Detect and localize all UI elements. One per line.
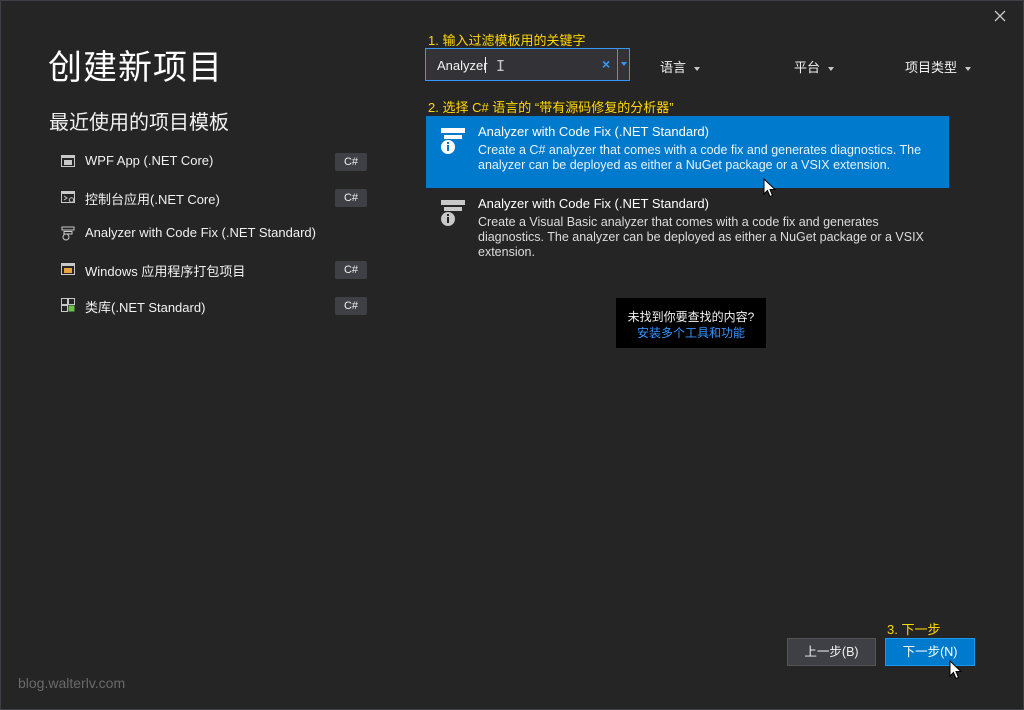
analyzer-vb-icon bbox=[441, 200, 465, 226]
text-caret bbox=[485, 57, 486, 73]
template-item-analyzer-vb[interactable]: Analyzer with Code Fix (.NET Standard) C… bbox=[426, 188, 949, 260]
recent-templates-title: 最近使用的项目模板 bbox=[49, 112, 229, 134]
chevron-down-icon bbox=[965, 66, 972, 71]
language-filter-label: 语言 bbox=[660, 60, 687, 75]
recent-item-packaging-project[interactable]: Windows 应用程序打包项目 C# bbox=[60, 256, 370, 292]
mouse-pointer-icon bbox=[949, 660, 963, 680]
close-icon[interactable] bbox=[992, 8, 1008, 24]
template-name: Analyzer with Code Fix (.NET Standard) bbox=[478, 124, 709, 139]
not-found-panel: 未找到你要查找的内容? 安装多个工具和功能 bbox=[616, 298, 766, 348]
recent-templates-list: WPF App (.NET Core) C# 控制台应用(.NET Core) … bbox=[60, 148, 370, 328]
project-type-filter-dropdown[interactable]: 项目类型 bbox=[905, 57, 972, 76]
annotation-step1: 1. 输入过滤模板用的关键字 bbox=[428, 33, 586, 48]
search-history-dropdown-button[interactable] bbox=[617, 48, 630, 81]
packaging-project-icon bbox=[61, 263, 75, 275]
recent-item-label: WPF App (.NET Core) bbox=[85, 153, 214, 168]
wpf-app-icon bbox=[61, 155, 75, 167]
annotation-step2: 2. 选择 C# 语言的 “带有源码修复的分析器” bbox=[428, 100, 674, 115]
analyzer-csharp-icon bbox=[441, 128, 465, 154]
template-description: Create a C# analyzer that comes with a c… bbox=[478, 143, 922, 172]
language-filter-dropdown[interactable]: 语言 bbox=[660, 57, 701, 76]
template-description: Create a Visual Basic analyzer that come… bbox=[478, 215, 924, 259]
annotation-step3: 3. 下一步 bbox=[887, 622, 941, 637]
template-item-analyzer-csharp[interactable]: Analyzer with Code Fix (.NET Standard) C… bbox=[426, 116, 949, 188]
ibeam-cursor-icon: I bbox=[496, 57, 506, 75]
template-name: Analyzer with Code Fix (.NET Standard) bbox=[478, 196, 709, 211]
recent-item-label: 控制台应用(.NET Core) bbox=[85, 192, 220, 207]
language-badge: C# bbox=[335, 297, 367, 315]
chevron-down-icon bbox=[621, 62, 627, 66]
recent-item-label: 类库(.NET Standard) bbox=[85, 300, 206, 315]
watermark: blog.walterlv.com bbox=[18, 675, 126, 691]
search-input-value: Analyzer bbox=[437, 58, 488, 73]
recent-item-label: Windows 应用程序打包项目 bbox=[85, 264, 246, 279]
console-app-icon bbox=[61, 191, 75, 203]
language-badge: C# bbox=[335, 261, 367, 279]
chevron-down-icon bbox=[694, 66, 701, 71]
language-badge: C# bbox=[335, 153, 367, 171]
recent-item-console-app[interactable]: 控制台应用(.NET Core) C# bbox=[60, 184, 370, 220]
back-button[interactable]: 上一步(B) bbox=[787, 638, 876, 666]
platform-filter-dropdown[interactable]: 平台 bbox=[794, 57, 835, 76]
clear-search-icon[interactable]: × bbox=[602, 56, 610, 72]
class-library-icon bbox=[61, 298, 75, 312]
template-search-input[interactable]: Analyzer I × bbox=[425, 48, 628, 81]
not-found-question: 未找到你要查找的内容? bbox=[627, 310, 755, 324]
analyzer-icon bbox=[61, 226, 75, 241]
page-title: 创建新项目 bbox=[48, 49, 223, 87]
recent-item-analyzer[interactable]: Analyzer with Code Fix (.NET Standard) bbox=[60, 220, 370, 256]
language-badge: C# bbox=[335, 189, 367, 207]
template-results-list: Analyzer with Code Fix (.NET Standard) C… bbox=[426, 116, 949, 260]
recent-item-class-library[interactable]: 类库(.NET Standard) C# bbox=[60, 292, 370, 328]
chevron-down-icon bbox=[828, 66, 835, 71]
recent-item-wpf-app[interactable]: WPF App (.NET Core) C# bbox=[60, 148, 370, 184]
mouse-pointer-icon bbox=[763, 178, 777, 198]
platform-filter-label: 平台 bbox=[794, 60, 821, 75]
install-tools-link[interactable]: 安装多个工具和功能 bbox=[616, 324, 766, 341]
project-type-filter-label: 项目类型 bbox=[905, 60, 958, 75]
recent-item-label: Analyzer with Code Fix (.NET Standard) bbox=[85, 225, 316, 240]
